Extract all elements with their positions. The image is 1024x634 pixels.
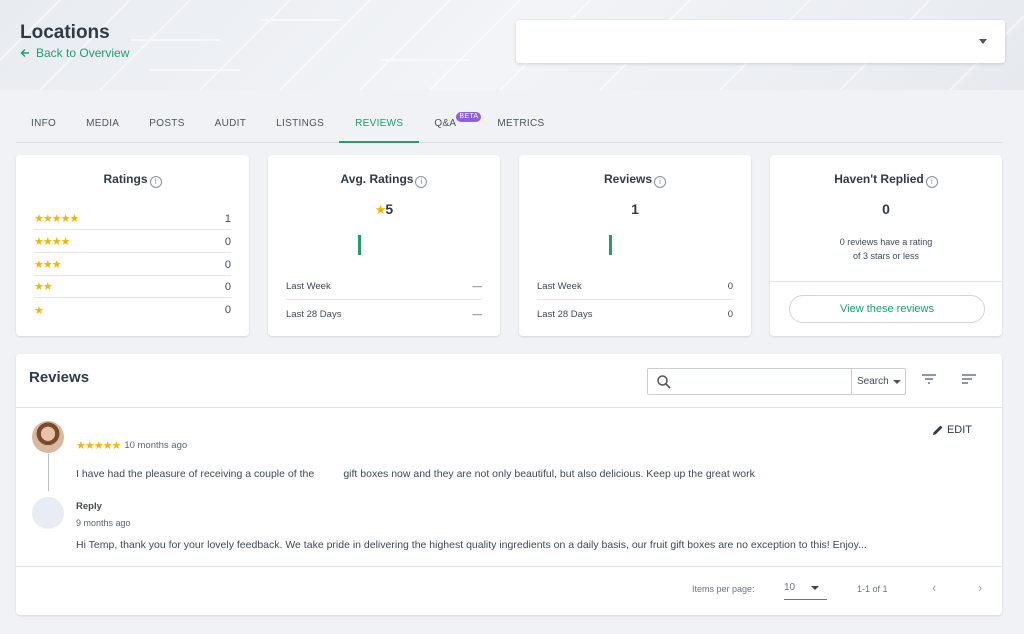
avg-rating-value: ★5 <box>374 201 394 217</box>
tab-listings[interactable]: LISTINGS <box>261 106 339 143</box>
review-text: I have had the pleasure of receiving a c… <box>76 468 755 480</box>
back-link-label: Back to Overview <box>36 46 130 60</box>
rating-row: ★★ 0 <box>34 276 231 298</box>
stat-row-last-week: Last Week 0 <box>537 274 733 300</box>
tab-reviews[interactable]: REVIEWS <box>339 106 420 143</box>
beta-badge: BETA <box>456 112 482 122</box>
reply-label: Reply <box>76 501 102 512</box>
tab-posts[interactable]: POSTS <box>134 106 199 143</box>
not-replied-card: Haven't Replied i 0 0 reviews have a rati… <box>770 155 1002 336</box>
page-title: Locations <box>20 22 110 43</box>
not-replied-card-title: Haven't Replied <box>834 172 924 186</box>
tab-qa[interactable]: Q&A BETA <box>419 106 482 143</box>
rating-row: ★★★★ 0 <box>34 231 231 253</box>
avg-ratings-card: Avg. Ratings i ★5 Last Week — Last 28 Days… <box>268 155 500 336</box>
search-type-select[interactable]: Search <box>854 369 905 394</box>
rating-count: 0 <box>224 280 231 293</box>
rating-row: ★★★ 0 <box>34 254 231 276</box>
sparkline-bar <box>358 235 361 255</box>
sort-icon[interactable] <box>960 372 978 386</box>
avg-ratings-card-title: Avg. Ratings <box>340 172 414 186</box>
reviews-count-card: Reviews i 1 Last Week 0 Last 28 Days 0 <box>519 155 751 336</box>
stat-row-last-week: Last Week — <box>286 274 482 300</box>
rating-count: 0 <box>224 304 231 316</box>
reviewer-avatar <box>32 421 64 453</box>
divider <box>16 566 1002 567</box>
star-rating-3: ★★★ <box>34 259 62 271</box>
arrow-left-icon <box>20 49 29 57</box>
not-replied-note: 0 reviews have a rating of 3 stars or le… <box>839 237 933 261</box>
divider <box>16 407 1002 408</box>
tab-media[interactable]: MEDIA <box>71 106 134 143</box>
sparkline-bar <box>609 235 612 255</box>
thread-line <box>48 454 49 491</box>
rating-row: ★★★★★ 1 <box>34 208 231 230</box>
pager-range: 1-1 of 1 <box>857 584 888 594</box>
reviews-panel: Reviews Search ★★★★★ 10 months ago EDIT … <box>16 354 1002 615</box>
info-icon[interactable]: i <box>925 176 938 188</box>
chevron-down-icon <box>811 586 819 590</box>
search-icon <box>657 375 671 389</box>
ratings-card-title: Ratings <box>103 172 148 186</box>
filter-icon[interactable] <box>920 372 938 386</box>
review-search: Search <box>647 368 906 395</box>
tab-info[interactable]: INFO <box>16 106 71 143</box>
search-input[interactable] <box>678 369 852 394</box>
info-icon[interactable]: i <box>654 176 667 188</box>
reply-avatar <box>32 497 64 529</box>
chevron-down-icon <box>979 39 987 44</box>
star-rating-4: ★★★★ <box>34 236 70 248</box>
tab-audit[interactable]: AUDIT <box>200 106 262 143</box>
items-per-page-select[interactable]: 10 <box>784 578 827 600</box>
reviews-count-value: 1 <box>631 201 639 217</box>
reviews-card-title: Reviews <box>603 172 653 186</box>
rating-count: 1 <box>224 212 231 225</box>
review-time: 10 months ago <box>124 440 188 451</box>
back-to-overview-link[interactable]: Back to Overview <box>20 46 129 60</box>
review-stars: ★★★★★ <box>76 440 121 452</box>
view-these-reviews-button[interactable]: View these reviews <box>789 295 985 323</box>
review-meta: ★★★★★ 10 months ago <box>76 439 187 452</box>
reply-time: 9 months ago <box>76 518 131 528</box>
tab-metrics[interactable]: METRICS <box>482 106 559 143</box>
info-icon[interactable]: i <box>149 176 162 188</box>
chevron-down-icon <box>893 380 901 384</box>
pencil-icon <box>932 425 943 435</box>
chevron-left-icon[interactable]: ‹ <box>932 580 936 595</box>
star-icon: ★ <box>374 202 387 217</box>
ratings-card: Ratings i ★★★★★ 1 ★★★★ 0 ★★★ 0 ★★ 0 ★ 0 <box>16 155 249 336</box>
not-replied-value: 0 <box>882 201 890 217</box>
tab-bar: INFO MEDIA POSTS AUDIT LISTINGS REVIEWS … <box>16 106 1002 143</box>
items-per-page-label: Items per page: <box>692 584 755 594</box>
stat-row-last-28-days: Last 28 Days 0 <box>537 308 733 320</box>
reply-text: Hi Temp, thank you for your lovely feedb… <box>76 539 867 551</box>
divider <box>770 281 1002 282</box>
location-select[interactable] <box>516 20 1005 63</box>
chevron-right-icon[interactable]: › <box>978 580 982 595</box>
star-rating-2: ★★ <box>34 281 53 293</box>
info-icon[interactable]: i <box>415 176 428 188</box>
reviews-panel-heading: Reviews <box>29 369 90 386</box>
rating-count: 0 <box>224 235 231 248</box>
star-rating-5: ★★★★★ <box>34 213 79 225</box>
stat-row-last-28-days: Last 28 Days — <box>286 308 482 320</box>
rating-row: ★ 0 <box>34 299 231 321</box>
rating-count: 0 <box>224 258 231 271</box>
page-header: Locations Back to Overview <box>0 0 1024 90</box>
edit-button[interactable]: EDIT <box>932 424 972 436</box>
star-rating-1: ★ <box>34 304 44 317</box>
